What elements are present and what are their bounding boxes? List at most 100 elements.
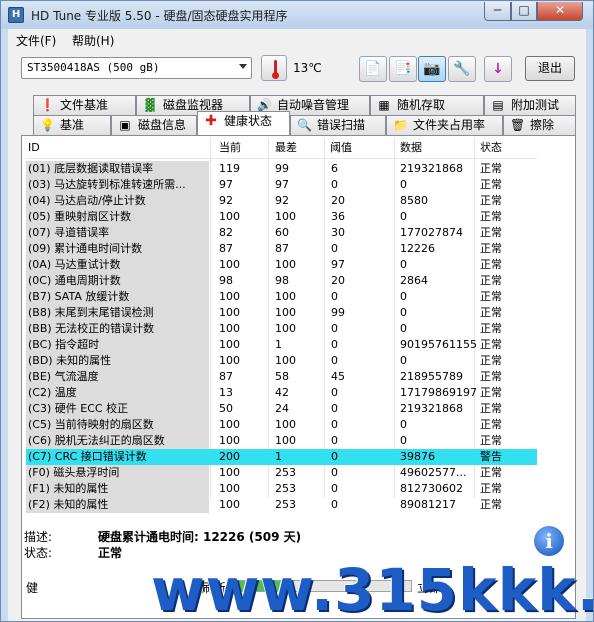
cell-data: 0 [400,178,407,191]
table-row[interactable]: (F1) 未知的属性 100 253 0 812730602 正常 [26,481,537,497]
cell-worst: 87 [275,242,289,255]
col-header-worst[interactable]: 最差 [275,138,297,158]
cell-status: 正常 [480,322,502,335]
error-scan-icon: 🔍 [297,118,312,132]
table-row[interactable]: (C3) 硬件 ECC 校正 50 24 0 219321868 正常 [26,401,537,417]
table-row[interactable]: (0A) 马达重试计数 100 100 97 0 正常 [26,257,537,273]
cell-data: 0 [400,290,407,303]
cell-data: 49602577... [400,466,467,479]
tab-file-benchmark[interactable]: ❗ 文件基准 [33,95,136,115]
exit-button[interactable]: 退出 [525,56,575,81]
maximize-button[interactable]: □ [511,2,537,21]
table-row[interactable]: (F0) 磁头悬浮时间 100 253 0 49602577... 正常 [26,465,537,481]
attribute-name-cell: (BC) 指令超时 [26,337,209,353]
tab-random-access[interactable]: ▦ 随机存取 [370,95,484,115]
table-row[interactable]: (C6) 脱机无法纠正的扇区数 100 100 0 0 正常 [26,433,537,449]
settings-icon[interactable]: 🔧 [448,56,476,82]
tab-disk-info[interactable]: ▣ 磁盘信息 [111,115,197,135]
table-row[interactable]: (F2) 未知的属性 100 253 0 89081217 正常 [26,497,537,513]
cell-status: 正常 [480,306,502,319]
cell-thr: 6 [331,162,338,175]
cell-status: 正常 [480,386,502,399]
cell-worst: 253 [275,498,296,511]
cell-cur: 87 [219,242,233,255]
tab-folder-usage[interactable]: 📁 文件夹占用率 [386,115,503,135]
cell-worst: 99 [275,162,289,175]
menu-bar: 文件(F) 帮助(H) [8,29,586,51]
table-row[interactable]: (B7) SATA 放缓计数 100 100 0 0 正常 [26,289,537,305]
table-row[interactable]: (09) 累计通电时间计数 87 87 0 12226 正常 [26,241,537,257]
cell-data: 219321868 [400,162,463,175]
cell-data: 0 [400,258,407,271]
tab-erase[interactable]: 🗑 擦除 [503,115,576,135]
copy-icon[interactable]: 📄 [359,56,387,82]
desc-label: 描述: [24,530,53,544]
cell-cur: 100 [219,354,240,367]
cell-worst: 98 [275,274,289,287]
cell-worst: 100 [275,354,296,367]
attribute-name-cell: (C7) CRC 接口错误计数 [26,449,209,465]
table-row[interactable]: (B8) 末尾到末尾错误检测 100 100 99 0 正常 [26,305,537,321]
download-icon[interactable]: ↓ [484,56,512,82]
menu-file[interactable]: 文件(F) [16,32,56,49]
cell-data: 17179869197 [400,386,477,399]
cell-data: 89081217 [400,498,456,511]
cell-cur: 100 [219,306,240,319]
table-row[interactable]: (BC) 指令超时 100 1 0 90195761155 正常 [26,337,537,353]
table-row[interactable]: (04) 马达启动/停止计数 92 92 20 8580 正常 [26,193,537,209]
col-header-current[interactable]: 当前 [219,138,241,158]
cell-cur: 100 [219,498,240,511]
table-row[interactable]: (01) 底层数据读取错误率 119 99 6 219321868 正常 [26,161,537,177]
attribute-name-cell: (B7) SATA 放缓计数 [26,289,209,305]
health-panel: ID 当前 最差 阈值 数据 状态 (01) 底层数据读取错误率 119 99 6 21… [21,135,576,619]
cell-thr: 0 [331,402,338,415]
table-row[interactable]: (BD) 未知的属性 100 100 0 0 正常 [26,353,537,369]
cell-thr: 30 [331,226,345,239]
cell-worst: 1 [275,338,282,351]
table-row[interactable]: (C2) 温度 13 42 0 17179869197 正常 [26,385,537,401]
table-row[interactable]: (BB) 无法校正的错误计数 100 100 0 0 正常 [26,321,537,337]
cell-cur: 97 [219,178,233,191]
title-bar[interactable]: H HD Tune 专业版 5.50 - 硬盘/固态硬盘实用程序 ─ □ ✕ [1,1,593,29]
cell-thr: 0 [331,450,338,463]
cell-data: 2864 [400,274,428,287]
camera-icon[interactable]: 📷 [418,56,446,82]
cell-thr: 0 [331,466,338,479]
table-row[interactable]: (0C) 通电周期计数 98 98 20 2864 正常 [26,273,537,289]
attribute-name-cell: (C6) 脱机无法纠正的扇区数 [26,433,209,449]
copy-all-icon[interactable]: 📑 [389,56,417,82]
info-icon[interactable]: i [534,526,564,556]
cell-worst: 100 [275,290,296,303]
col-header-status[interactable]: 状态 [480,138,502,158]
tab-error-scan[interactable]: 🔍 错误扫描 [290,115,386,135]
attribute-name-cell: (F2) 未知的属性 [26,497,209,513]
status-label: 状态: [24,546,53,560]
cell-worst: 100 [275,434,296,447]
tab-benchmark[interactable]: 💡 基准 [33,115,111,135]
menu-help[interactable]: 帮助(H) [72,32,114,49]
col-header-data[interactable]: 数据 [400,138,422,158]
attribute-name-cell: (07) 寻道错误率 [26,225,209,241]
temperature-readout: 13℃ [293,61,322,75]
cell-cur: 119 [219,162,240,175]
drive-select[interactable]: ST3500418AS (500 gB) [21,57,252,79]
table-row[interactable]: (07) 寻道错误率 82 60 30 177027874 正常 [26,225,537,241]
cell-thr: 99 [331,306,345,319]
cell-worst: 253 [275,482,296,495]
table-row[interactable]: (C7) CRC 接口错误计数 200 1 0 39876 警告 [26,449,537,465]
cell-cur: 98 [219,274,233,287]
col-header-threshold[interactable]: 阈值 [330,138,352,158]
speaker-icon: 🔊 [257,98,272,112]
desc-text: 硬盘累计通电时间: 12226 (509 天) [98,530,302,544]
col-header-id[interactable]: ID [28,138,40,158]
table-row[interactable]: (05) 重映射扇区计数 100 100 36 0 正常 [26,209,537,225]
attribute-name-cell: (F1) 未知的属性 [26,481,209,497]
tab-extra-tests[interactable]: ▤ 附加测试 [484,95,576,115]
cell-cur: 100 [219,482,240,495]
table-row[interactable]: (C5) 当前待映射的扇区数 100 100 0 0 正常 [26,417,537,433]
tab-health[interactable]: ✚ 健康状态 [197,111,290,135]
table-row[interactable]: (BE) 气流温度 87 58 45 218955789 正常 [26,369,537,385]
minimize-button[interactable]: ─ [484,2,511,21]
close-button[interactable]: ✕ [537,2,583,21]
table-row[interactable]: (03) 马达旋转到标准转速所需... 97 97 0 0 正常 [26,177,537,193]
